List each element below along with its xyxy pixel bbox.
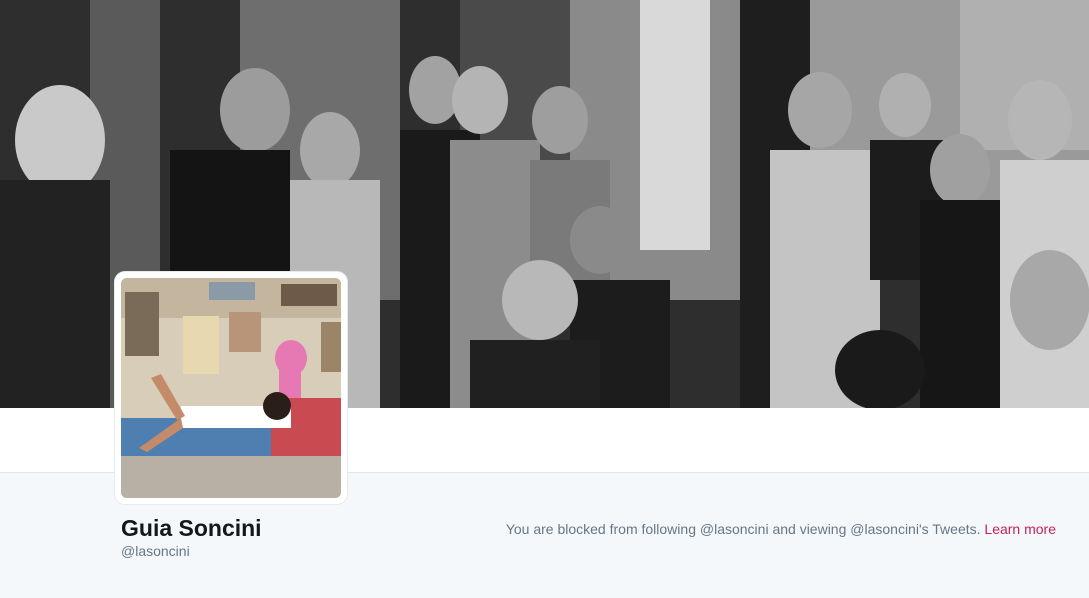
profile-handle[interactable]: @lasoncini [121,542,190,560]
avatar-image [121,278,341,498]
blocked-notice-text: You are blocked from following @lasoncin… [505,521,981,537]
profile-name[interactable]: Guia Soncini [121,513,262,543]
learn-more-link[interactable]: Learn more [984,521,1056,537]
blocked-notice: You are blocked from following @lasoncin… [506,520,1056,538]
profile-avatar[interactable] [115,272,347,504]
